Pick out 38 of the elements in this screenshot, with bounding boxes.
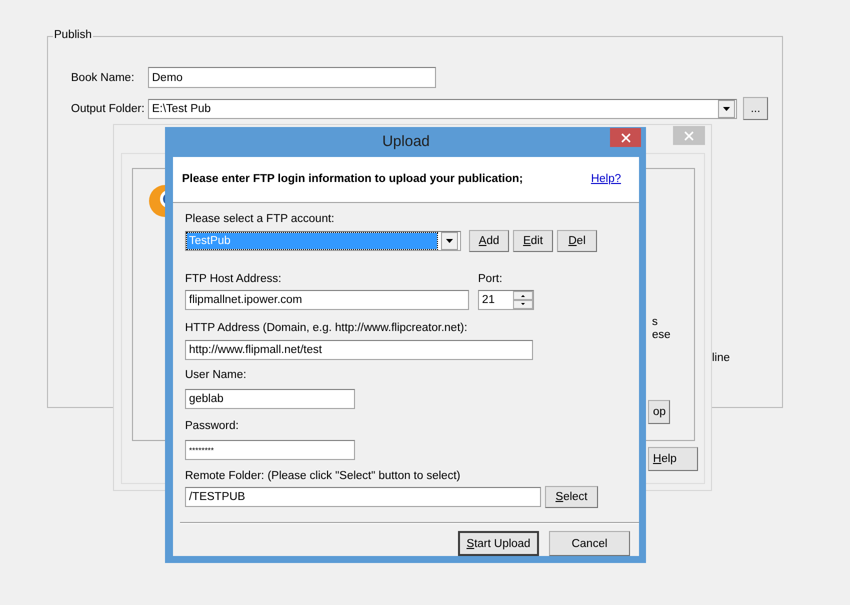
field-label: User Name: <box>185 368 246 382</box>
host-field[interactable]: flipmallnet.ipower.com <box>185 290 469 310</box>
close-icon <box>684 130 694 140</box>
close-button[interactable] <box>610 128 641 147</box>
account-button[interactable]: Add <box>469 230 509 252</box>
field-label: FTP Host Address: <box>185 272 282 286</box>
remote-folder-field[interactable]: /TESTPUB <box>185 487 541 507</box>
window-title: Upload <box>382 133 430 150</box>
close-icon <box>620 132 630 142</box>
spin-arrows-icon <box>513 291 533 309</box>
account-button[interactable]: Del <box>557 230 597 252</box>
http-address-field[interactable]: http://www.flipmall.net/test <box>185 340 533 360</box>
selected-account: TestPub <box>187 233 437 249</box>
header-text: Please enter FTP login information to upload your publication; <box>182 173 523 186</box>
password-field[interactable]: ******** <box>185 440 355 460</box>
user-name-field[interactable]: geblab <box>185 389 355 409</box>
dialog-button[interactable]: Start Upload <box>458 531 539 556</box>
dialog-button[interactable]: Cancel <box>549 531 630 556</box>
browse-button[interactable]: ... <box>743 97 768 120</box>
text-fragment: s <box>652 316 658 328</box>
field-label: Port: <box>478 272 504 286</box>
field-label: Password: <box>185 419 239 433</box>
text-fragment: line <box>712 352 730 364</box>
port-spinner[interactable]: 21 <box>478 290 534 310</box>
group-title: Publish <box>53 29 93 41</box>
field-label: Book Name: <box>71 72 136 84</box>
field-label: Remote Folder: (Please click "Select" button to select) <box>185 469 460 483</box>
select-button[interactable]: Select <box>545 486 598 508</box>
field-label: Please select a FTP account: <box>185 212 334 226</box>
button[interactable]: op <box>648 400 670 424</box>
output-folder-combo[interactable]: E:\Test Pub <box>148 98 737 118</box>
field-label: Output Folder: <box>71 102 146 114</box>
book-name-field[interactable]: Demo <box>148 67 436 88</box>
account-button[interactable]: Edit <box>513 230 553 252</box>
text-fragment: ese <box>652 329 671 341</box>
button[interactable]: Help <box>648 447 698 471</box>
help-link[interactable]: Help? <box>590 173 621 186</box>
field-label: HTTP Address (Domain, e.g. http://www.flipcreator.net): <box>185 321 468 335</box>
